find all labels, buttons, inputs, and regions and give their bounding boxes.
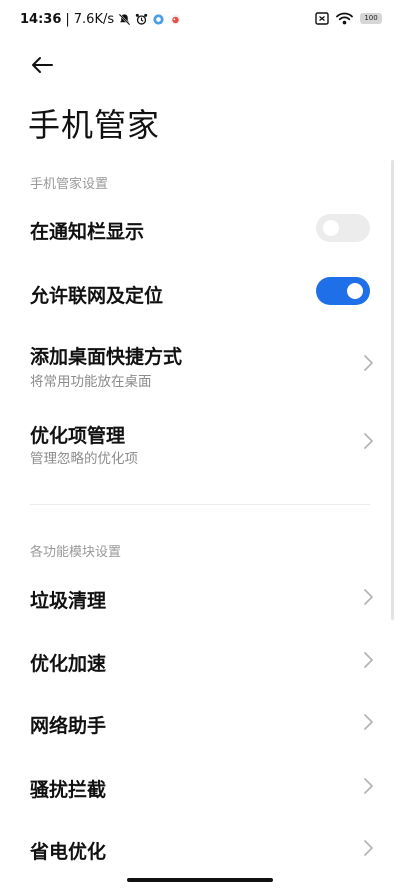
setting-row-desktop-shortcut[interactable]: 添加桌面快捷方式 将常用功能放在桌面 — [0, 330, 400, 394]
setting-row-notification-bar[interactable]: 在通知栏显示 — [0, 205, 400, 255]
back-button[interactable] — [28, 52, 58, 78]
setting-subtitle-desktop-shortcut: 将常用功能放在桌面 — [30, 374, 152, 390]
setting-title-notification-bar: 在通知栏显示 — [30, 221, 145, 243]
status-bar: 14:36 | 7.6K/s 100 — [0, 0, 400, 40]
chevron-right-icon — [364, 589, 373, 605]
section-divider — [30, 504, 370, 505]
page-title: 手机管家 — [28, 106, 161, 144]
module-title: 省电优化 — [30, 841, 107, 863]
battery-level: 100 — [364, 14, 378, 22]
chevron-right-icon — [364, 778, 373, 794]
setting-row-network-location[interactable]: 允许联网及定位 — [0, 267, 400, 317]
toggle-knob — [323, 220, 339, 236]
status-time: 14:36 — [20, 12, 62, 27]
status-bar-left: 14:36 | 7.6K/s — [20, 12, 182, 27]
module-title: 网络助手 — [30, 715, 107, 737]
setting-title-optimization-items: 优化项管理 — [30, 425, 126, 447]
battery-icon: 100 — [360, 13, 382, 24]
setting-title-network-location: 允许联网及定位 — [30, 285, 164, 307]
chevron-right-icon — [364, 652, 373, 668]
sim-icon — [315, 12, 329, 25]
module-row-network-assistant[interactable]: 网络助手 — [0, 700, 400, 746]
network-location-toggle[interactable] — [316, 277, 370, 305]
toggle-knob — [347, 283, 363, 299]
module-row-power-saving[interactable]: 省电优化 — [0, 826, 400, 872]
notification-bar-toggle[interactable] — [316, 214, 370, 242]
module-title: 垃圾清理 — [30, 590, 107, 612]
status-separator: | — [65, 12, 70, 27]
mute-notification-icon — [118, 13, 131, 26]
status-bar-right: 100 — [315, 12, 382, 25]
home-indicator[interactable] — [127, 878, 273, 882]
chevron-right-icon — [364, 840, 373, 856]
alarm-icon — [135, 13, 148, 25]
setting-subtitle-optimization-items: 管理忽略的优化项 — [30, 451, 138, 467]
module-title: 优化加速 — [30, 653, 107, 675]
back-arrow-icon — [32, 57, 53, 73]
module-title: 骚扰拦截 — [30, 779, 107, 801]
chevron-right-icon — [364, 714, 373, 730]
status-net-speed: 7.6K/s — [73, 12, 115, 27]
section-label-settings: 手机管家设置 — [30, 177, 109, 192]
setting-row-optimization-items[interactable]: 优化项管理 管理忽略的优化项 — [0, 410, 400, 474]
module-row-spam-blocking[interactable]: 骚扰拦截 — [0, 764, 400, 810]
chevron-right-icon — [364, 355, 373, 371]
chevron-right-icon — [364, 433, 373, 449]
section-label-modules: 各功能模块设置 — [30, 545, 122, 560]
module-row-speed-boost[interactable]: 优化加速 — [0, 638, 400, 684]
wifi-icon — [336, 12, 353, 25]
app-notification-icon-2 — [170, 14, 181, 25]
setting-title-desktop-shortcut: 添加桌面快捷方式 — [30, 346, 183, 368]
app-notification-icon — [153, 14, 164, 25]
module-row-junk-cleanup[interactable]: 垃圾清理 — [0, 575, 400, 621]
